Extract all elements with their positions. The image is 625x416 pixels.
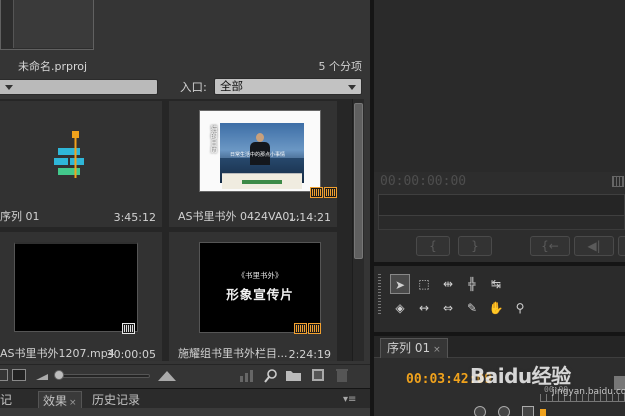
project-toolbar <box>0 364 370 386</box>
trash-icon[interactable] <box>336 368 348 382</box>
snap-icon[interactable] <box>474 406 486 416</box>
clip-badges <box>294 323 321 334</box>
search-dropdown-icon[interactable] <box>5 85 13 90</box>
settings-icon[interactable] <box>612 176 624 187</box>
watermark-logo-text: Baidu经验 <box>470 364 571 388</box>
mark-in-button[interactable]: { <box>416 236 450 256</box>
rate-stretch-tool-icon[interactable]: ↹ <box>486 274 506 294</box>
sequence-icon <box>54 131 84 178</box>
go-to-in-button[interactable]: {← <box>530 236 570 256</box>
clip-badges <box>122 323 135 334</box>
zoom-in-icon[interactable] <box>158 369 176 381</box>
preview-thumbnail <box>0 0 94 50</box>
bin-item-duration: 30:00:05 <box>106 348 156 361</box>
project-file-name: 未命名.prproj <box>18 60 88 73</box>
monitor-screen <box>374 0 625 172</box>
program-monitor: 00:00:00:00 { } {← ◀| <box>374 0 625 262</box>
search-input[interactable] <box>0 79 158 95</box>
tab-sequence[interactable]: 序列 01 × <box>380 338 448 358</box>
razor-tool-icon[interactable]: ◈ <box>390 298 410 318</box>
slip-tool-icon[interactable]: ↔ <box>414 298 434 318</box>
bin-item-name: 施耀组书里书外栏目... <box>178 347 288 360</box>
bin-item-name: 序列 01 <box>0 210 40 223</box>
track-select-tool-icon[interactable]: ⬚ <box>414 274 434 294</box>
hand-tool-icon[interactable]: ✋ <box>486 298 506 318</box>
tools-grid: ➤ ⬚ ⇹ ╬ ↹ ◈ ↔ ⇔ ✎ ✋ ⚲ <box>384 272 526 322</box>
ripple-edit-tool-icon[interactable]: ⇹ <box>438 274 458 294</box>
icon-view-icon[interactable] <box>12 369 26 381</box>
marker-icon[interactable] <box>522 406 534 416</box>
step-back-button[interactable]: ◀| <box>574 236 614 256</box>
promo-title: 形象宣传片 <box>226 287 294 302</box>
monitor-time-ruler[interactable] <box>378 194 625 216</box>
bin-item-sequence[interactable]: 序列 01 3:45:12 <box>0 101 162 227</box>
item-count: 5 个分项 <box>318 60 363 73</box>
close-icon[interactable]: × <box>69 398 77 408</box>
slide-tool-icon[interactable]: ⇔ <box>438 298 458 318</box>
automate-icon[interactable] <box>240 370 254 382</box>
tab-history[interactable]: 历史记录 <box>88 391 144 409</box>
zoom-slider-knob[interactable] <box>54 370 64 380</box>
watermark-url: jingyan.baidu.com <box>552 387 625 397</box>
playhead[interactable] <box>540 409 546 416</box>
grip-handle[interactable] <box>378 274 381 316</box>
tab-sequence-label: 序列 01 <box>387 341 431 355</box>
bin-grid: 序列 01 3:45:12 猫的日历 日常生活中的那点小事情 AS书里书外 04… <box>0 99 352 361</box>
tools-panel: ➤ ⬚ ⇹ ╬ ↹ ◈ ↔ ⇔ ✎ ✋ ⚲ <box>374 262 625 332</box>
panel-menu-icon[interactable]: ▾≡ <box>343 394 356 405</box>
clip-caption: 日常生活中的那点小事情 <box>230 152 286 158</box>
bin-item-name: AS书里书外1207.mp4 <box>0 347 115 360</box>
rolling-edit-tool-icon[interactable]: ╬ <box>462 274 482 294</box>
bin-item-clip[interactable]: AS书里书外1207.mp4 30:00:05 <box>0 232 162 361</box>
project-panel: 未命名.prproj 5 个分项 入口: 全部 序列 01 3:45:12 猫的… <box>0 0 370 388</box>
video-badge-icon <box>310 187 323 198</box>
clip-thumbnail <box>14 242 138 332</box>
timeline-tool-buttons <box>474 406 574 416</box>
audio-badge-icon <box>308 323 321 334</box>
bin-item-clip[interactable]: 猫的日历 日常生活中的那点小事情 AS书里书外 0424VA0... 1:14:… <box>169 101 337 227</box>
clip-thumbnail: 猫的日历 日常生活中的那点小事情 <box>199 110 321 192</box>
close-icon[interactable]: × <box>433 345 441 355</box>
entry-select-value: 全部 <box>220 79 243 93</box>
clip-badges <box>310 187 337 198</box>
bin-item-duration: 3:45:12 <box>113 211 156 224</box>
pen-tool-icon[interactable]: ✎ <box>462 298 482 318</box>
list-view-icon[interactable] <box>0 369 8 381</box>
bin-item-clip[interactable]: 《书里书外》 形象宣传片 施耀组书里书外栏目... 2:24:19 <box>169 232 337 361</box>
zoom-slider[interactable] <box>60 374 150 378</box>
entry-select[interactable]: 全部 <box>214 78 362 95</box>
monitor-timecode[interactable]: 00:00:00:00 <box>380 174 466 189</box>
add-marker-icon[interactable] <box>498 406 510 416</box>
audio-badge-icon <box>324 187 337 198</box>
zoom-tool-icon[interactable]: ⚲ <box>510 298 530 318</box>
monitor-scroll-bar[interactable] <box>378 216 625 230</box>
new-item-icon[interactable] <box>312 369 324 381</box>
transport-controls: { } {← ◀| <box>378 236 625 256</box>
promo-subtitle: 《书里书外》 <box>237 271 283 280</box>
bin-item-name: AS书里书外 0424VA0... <box>178 210 300 223</box>
tab-effects[interactable]: 效果 × <box>38 391 82 409</box>
watermark: Baidu经验 jingyan.baidu.com <box>470 350 625 400</box>
mark-out-button[interactable]: } <box>458 236 492 256</box>
scrollbar-thumb[interactable] <box>354 103 363 259</box>
bin-item-duration: 2:24:19 <box>288 348 331 361</box>
selection-tool-icon[interactable]: ➤ <box>390 274 410 294</box>
chevron-down-icon[interactable] <box>346 82 358 92</box>
new-bin-icon[interactable] <box>286 369 301 381</box>
vertical-scrollbar[interactable] <box>352 99 364 361</box>
video-badge-icon <box>294 323 307 334</box>
zoom-out-icon[interactable] <box>36 370 48 380</box>
tab-partial[interactable]: 记 <box>0 391 16 409</box>
entry-label: 入口: <box>180 80 207 94</box>
effects-panel-content <box>0 408 370 416</box>
bin-item-duration: 1:14:21 <box>288 211 331 224</box>
tab-effects-label: 效果 <box>43 394 68 408</box>
play-button[interactable] <box>618 236 625 256</box>
clip-thumbnail: 《书里书外》 形象宣传片 <box>199 242 321 333</box>
calendar-text: 猫的日历 <box>210 125 218 153</box>
find-icon[interactable] <box>264 369 278 383</box>
audio-badge-icon <box>122 323 135 334</box>
